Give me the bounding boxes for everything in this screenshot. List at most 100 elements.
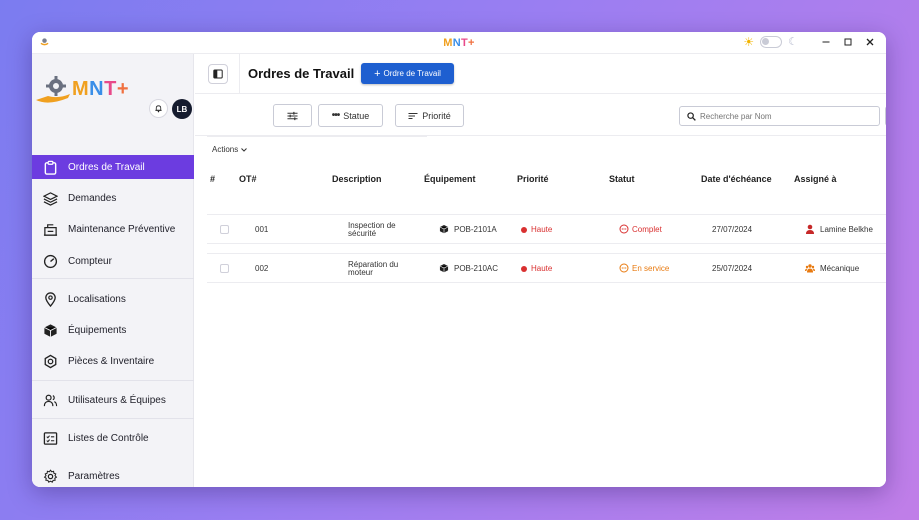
column-header-equipement[interactable]: Équipement <box>424 174 476 184</box>
sidebar-item-maintenance-preventive[interactable]: Maintenance Préventive <box>32 217 194 241</box>
add-work-order-button[interactable]: + Ordre de Travail <box>361 63 454 84</box>
status-badge: Complet <box>619 224 662 234</box>
status-label: Complet <box>632 224 662 234</box>
column-header-description[interactable]: Description <box>332 174 382 184</box>
maintenance-icon <box>42 221 59 238</box>
logo-text: MNT+ <box>72 78 129 101</box>
sidebar-item-label: Équipements <box>68 324 127 336</box>
row-checkbox[interactable] <box>220 264 229 273</box>
priorite-filter-button[interactable]: Priorité <box>395 104 464 127</box>
ot-number: 001 <box>255 225 269 234</box>
sidebar-item-compteur[interactable]: Compteur <box>32 249 194 273</box>
column-header-number[interactable]: # <box>210 174 215 184</box>
status-label: En service <box>632 263 670 273</box>
gear-icon <box>42 468 59 485</box>
parts-icon <box>42 353 59 370</box>
column-header-statut[interactable]: Statut <box>609 174 635 184</box>
top-bar: Ordres de Travail + Ordre de Travail <box>195 54 886 94</box>
sidebar-item-label: Listes de Contrôle <box>68 432 149 444</box>
assignee-label: Mécanique <box>820 263 860 273</box>
sidebar-item-listes-de-controle[interactable]: Listes de Contrôle <box>32 426 194 450</box>
maximize-button[interactable] <box>840 35 856 49</box>
sidebar-divider <box>32 418 194 419</box>
minimize-button[interactable] <box>818 35 834 49</box>
search-button[interactable] <box>885 106 886 126</box>
filter-settings-button[interactable] <box>273 104 312 127</box>
toggle-sidebar-button[interactable] <box>208 64 228 84</box>
window-title-t: T <box>460 37 468 49</box>
sidebar-item-localisations[interactable]: Localisations <box>32 287 194 311</box>
priorite-filter-label: Priorité <box>422 110 451 121</box>
sidebar-item-parametres[interactable]: Paramètres <box>32 464 194 487</box>
checklist-icon <box>42 430 59 447</box>
sidebar-item-ordres-de-travail[interactable]: Ordres de Travail <box>32 155 194 179</box>
status-badge: En service <box>619 263 669 273</box>
table-header: # OT# Description Équipement Priorité St… <box>195 166 886 190</box>
ot-number: 002 <box>255 264 269 273</box>
close-icon <box>866 38 874 46</box>
add-work-order-label: Ordre de Travail <box>383 69 441 78</box>
sidebar-item-label: Ordres de Travail <box>68 161 145 173</box>
row-checkbox[interactable] <box>220 225 229 234</box>
search-input[interactable] <box>700 111 860 121</box>
sliders-icon <box>287 111 298 120</box>
title-bar: MNT+ ☀ ☾ <box>32 32 886 54</box>
window-controls: ☀ ☾ <box>743 35 878 49</box>
sidebar-item-label: Paramètres <box>68 470 120 482</box>
layers-icon <box>42 190 59 207</box>
clipboard-icon <box>42 159 59 176</box>
sidebar-divider <box>32 380 194 381</box>
column-header-ot[interactable]: OT# <box>239 174 257 184</box>
priority-dot-icon <box>521 265 527 272</box>
person-icon <box>806 224 814 234</box>
description: Inspection de sécurité <box>348 221 396 238</box>
app-window: MNT+ ☀ ☾ MNT+ LB Ordres de Travail Deman… <box>32 32 886 487</box>
minimize-icon <box>822 41 830 43</box>
table-row[interactable]: 001 Inspection de sécurité POB-2101A Hau… <box>207 214 886 244</box>
sidebar-item-equipements[interactable]: Équipements <box>32 318 194 342</box>
content-divider <box>207 136 427 137</box>
column-header-date-echeance[interactable]: Date d'échéance <box>701 174 772 184</box>
column-header-assigne[interactable]: Assigné à <box>794 174 837 184</box>
avatar[interactable]: LB <box>172 99 192 119</box>
team-icon <box>805 264 815 273</box>
maximize-icon <box>844 38 852 46</box>
notifications-button[interactable] <box>149 99 168 118</box>
top-divider <box>239 54 240 94</box>
window-title-n: N <box>452 37 461 49</box>
column-header-priorite[interactable]: Priorité <box>517 174 549 184</box>
sun-icon[interactable]: ☀ <box>743 35 754 49</box>
statue-filter-button[interactable]: ••• Statue <box>318 104 383 127</box>
logo-letter-t: T <box>104 78 117 100</box>
equipment-label: POB-210AC <box>454 263 499 273</box>
filter-bar: ••• Statue Priorité <box>195 94 886 136</box>
assignee-label: Lamine Belkhe <box>820 224 873 234</box>
sidebar-item-label: Localisations <box>68 293 126 305</box>
cube-icon <box>439 224 449 234</box>
close-button[interactable] <box>862 35 878 49</box>
bell-icon <box>155 105 162 113</box>
theme-toggle[interactable] <box>760 36 783 48</box>
sidebar-item-label: Pièces & Inventaire <box>68 355 155 367</box>
search-icon <box>687 111 696 121</box>
table-row[interactable]: 002 Réparation du moteur POB-210AC Haute… <box>207 253 886 283</box>
priority-badge: Haute <box>521 264 552 273</box>
statue-filter-label: Statue <box>343 110 370 121</box>
sidebar-item-label: Utilisateurs & Équipes <box>68 394 166 406</box>
priority-badge: Haute <box>521 225 552 234</box>
moon-icon[interactable]: ☾ <box>788 35 798 49</box>
more-dots-icon: ••• <box>331 110 340 121</box>
actions-dropdown[interactable]: Actions <box>212 145 248 154</box>
status-circle-icon <box>619 224 629 234</box>
sidebar-item-demandes[interactable]: Demandes <box>32 186 194 210</box>
chevron-down-icon <box>241 147 248 152</box>
work-orders-table: Actions # OT# Description Équipement Pri… <box>195 136 886 487</box>
sidebar-item-utilisateurs-equipes[interactable]: Utilisateurs & Équipes <box>32 388 194 412</box>
search-box <box>679 106 880 126</box>
users-icon <box>42 392 59 409</box>
window-title-m: M <box>443 37 453 49</box>
sidebar-item-pieces-inventaire[interactable]: Pièces & Inventaire <box>32 349 194 373</box>
sidebar-toggle-icon <box>213 69 223 79</box>
gauge-icon <box>42 253 59 270</box>
actions-label: Actions <box>212 145 239 154</box>
